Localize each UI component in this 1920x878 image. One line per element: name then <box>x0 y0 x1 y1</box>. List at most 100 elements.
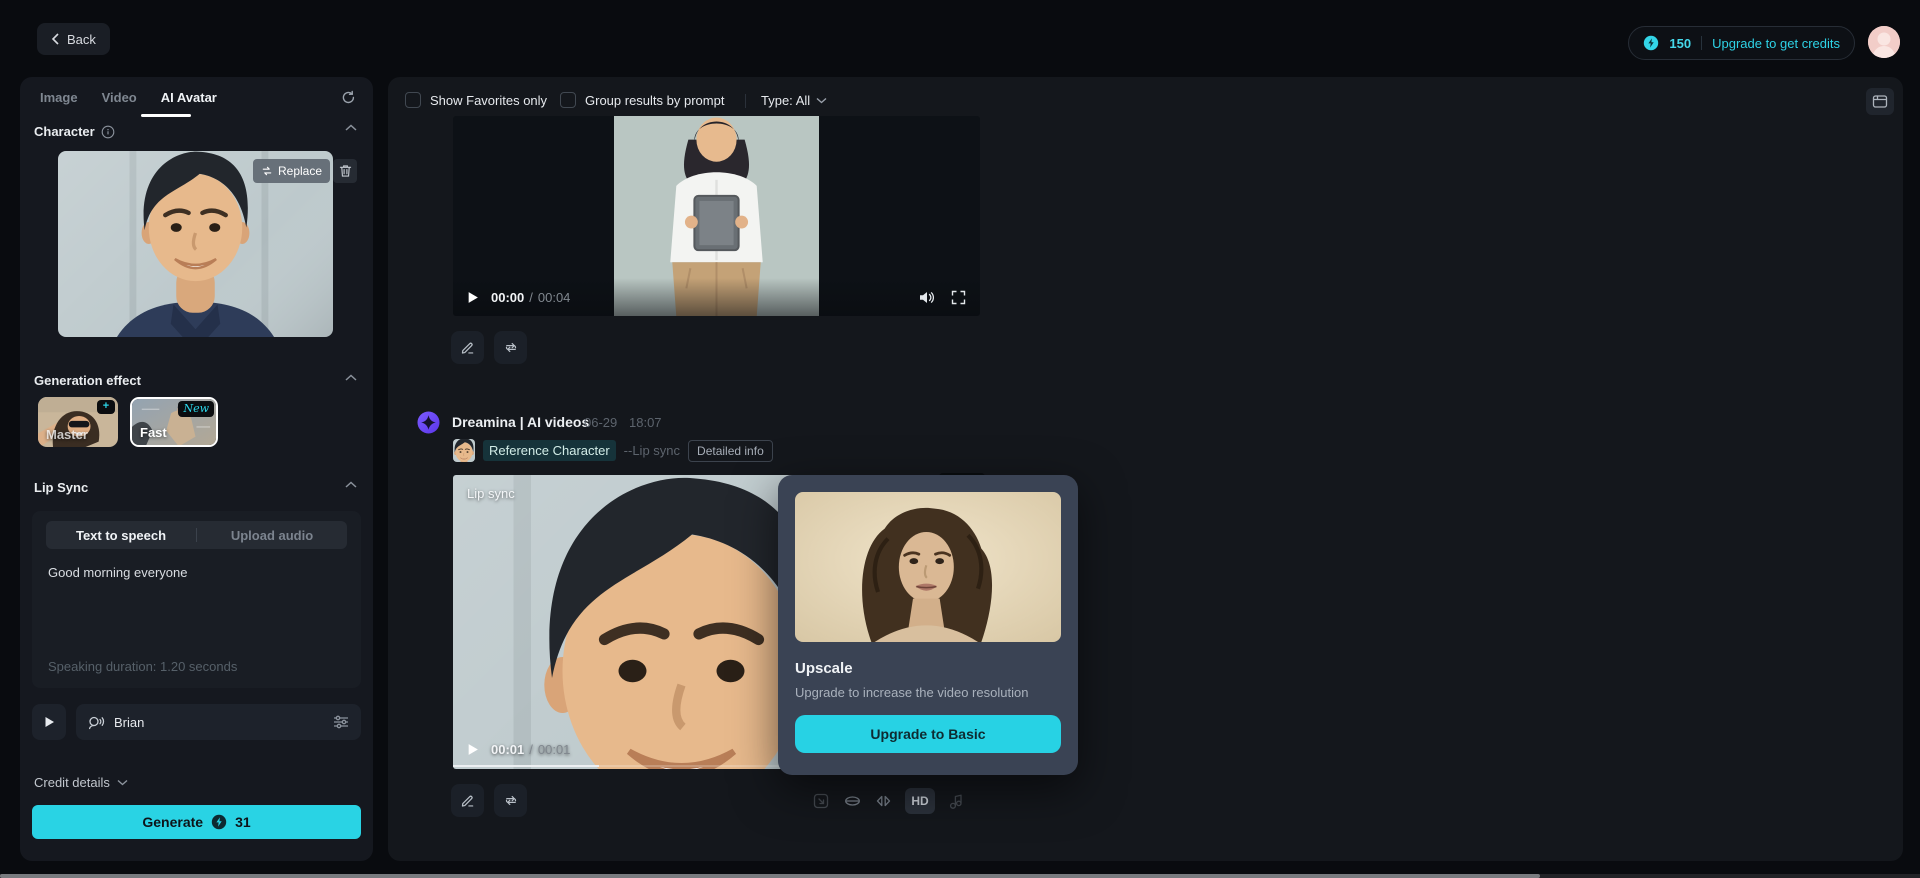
regenerate-video1-button[interactable] <box>494 331 527 364</box>
pencil-icon <box>461 342 474 354</box>
master-plus-badge: + <box>97 400 115 414</box>
record-prompt-row: Reference Character --Lip sync Detailed … <box>453 439 773 462</box>
results-panel: Show Favorites only Group results by pro… <box>388 77 1903 861</box>
voice-preview-play-button[interactable] <box>32 704 66 740</box>
layout-toggle-button[interactable] <box>1866 88 1894 115</box>
voice-selector[interactable]: Brian <box>76 704 361 740</box>
swap-icon <box>262 166 272 176</box>
video2-label: Lip sync <box>467 486 515 501</box>
video2-current-time: 00:01 <box>491 742 525 757</box>
favorites-label: Show Favorites only <box>430 93 548 108</box>
speech-text-input[interactable]: Good morning everyone <box>48 565 187 580</box>
play-icon[interactable] <box>467 743 479 756</box>
active-tab-underline <box>141 114 191 117</box>
type-label: Type: All <box>761 93 811 108</box>
credits-pill[interactable]: 150 Upgrade to get credits <box>1628 26 1855 60</box>
user-avatar[interactable] <box>1868 26 1900 58</box>
effect-option-master[interactable]: + Master <box>38 397 118 447</box>
chevron-down-icon <box>816 97 827 104</box>
speech-mode-tabs: Text to speech Upload audio <box>46 521 347 549</box>
detailed-info-button[interactable]: Detailed info <box>688 439 773 462</box>
voice-name: Brian <box>114 714 145 730</box>
export-frame-icon <box>812 792 830 810</box>
replace-button[interactable]: Replace <box>253 159 331 183</box>
generate-cost: 31 <box>235 814 251 830</box>
generation-effect-collapse-icon[interactable] <box>345 374 357 382</box>
video1-time: 00:00 / 00:04 <box>491 290 570 305</box>
back-button[interactable]: Back <box>37 23 110 55</box>
tab-upload-audio[interactable]: Upload audio <box>197 528 347 543</box>
refresh-icon[interactable] <box>340 89 357 106</box>
video2-time: 00:01 / 00:01 <box>491 742 570 757</box>
repeat-icon <box>505 342 516 353</box>
trash-icon <box>339 165 351 177</box>
record-date: 06-29 <box>584 415 618 430</box>
credit-details-toggle[interactable]: Credit details <box>34 775 128 790</box>
sidebar-tabs: Image Video AI Avatar <box>40 90 217 105</box>
video2-tools: HD <box>812 788 964 814</box>
time-separator: / <box>529 742 533 757</box>
sidebar-panel: Image Video AI Avatar Character Replace … <box>20 77 373 861</box>
video1-total-time: 00:04 <box>537 289 571 305</box>
repeat-icon <box>505 795 516 806</box>
video2-total-time: 00:01 <box>537 742 571 757</box>
volume-icon[interactable] <box>918 290 935 305</box>
fast-new-badge: New <box>178 401 214 417</box>
avatar-person-icon <box>1868 26 1900 58</box>
fast-label: Fast <box>140 425 167 440</box>
fullscreen-icon[interactable] <box>951 290 966 305</box>
replace-label: Replace <box>278 164 323 178</box>
lip-sync-header: Lip Sync <box>34 480 88 495</box>
result-video-1[interactable]: 00:00 / 00:04 <box>453 116 980 316</box>
chevron-down-icon <box>117 779 128 786</box>
group-checkbox[interactable] <box>560 92 576 108</box>
effect-option-fast-selected[interactable]: New Fast <box>130 397 218 447</box>
prompt-text: --Lip sync <box>623 443 681 458</box>
upgrade-link[interactable]: Upgrade to get credits <box>1712 36 1840 51</box>
type-dropdown[interactable]: Type: All <box>761 93 827 108</box>
dreamina-logo-icon <box>417 411 440 434</box>
time-separator: / <box>529 289 533 305</box>
master-label: Master <box>46 427 88 442</box>
speaking-duration: Speaking duration: 1.20 seconds <box>48 659 238 674</box>
reference-character-tag: Reference Character <box>483 440 616 461</box>
play-icon <box>45 717 54 727</box>
tab-video[interactable]: Video <box>102 90 137 105</box>
upscale-popup: Upscale Upgrade to increase the video re… <box>778 475 1078 775</box>
edit-video1-button[interactable] <box>451 331 484 364</box>
character-collapse-icon[interactable] <box>345 124 357 132</box>
upgrade-to-basic-button[interactable]: Upgrade to Basic <box>795 715 1061 753</box>
lip-sync-icon[interactable] <box>843 793 862 809</box>
regenerate-video2-button[interactable] <box>494 784 527 817</box>
generate-button[interactable]: Generate 31 <box>32 805 361 839</box>
pencil-icon <box>461 795 474 807</box>
back-label: Back <box>67 31 96 47</box>
upscale-description: Upgrade to increase the video resolution <box>795 685 1029 700</box>
upscale-title: Upscale <box>795 660 853 677</box>
generation-effect-title: Generation effect <box>34 373 141 388</box>
lip-sync-box: Text to speech Upload audio Good morning… <box>32 511 361 688</box>
edit-video2-button[interactable] <box>451 784 484 817</box>
character-section-header: Character <box>34 124 115 139</box>
collection-icon <box>1872 95 1888 108</box>
chevron-left-icon <box>51 33 59 45</box>
tab-image[interactable]: Image <box>40 90 78 105</box>
record-time: 18:07 <box>629 415 662 430</box>
music-note-icon <box>948 793 964 810</box>
lip-sync-collapse-icon[interactable] <box>345 481 357 489</box>
play-icon[interactable] <box>467 291 479 304</box>
video1-current-time: 00:00 <box>491 289 525 305</box>
favorites-checkbox[interactable] <box>405 92 421 108</box>
tab-ai-avatar[interactable]: AI Avatar <box>161 90 217 105</box>
info-icon[interactable] <box>101 125 115 139</box>
credit-coin-icon <box>1644 35 1659 51</box>
voice-settings-icon[interactable] <box>333 715 349 729</box>
pill-divider <box>1701 36 1703 50</box>
horizontal-scrollbar-thumb[interactable] <box>0 874 1540 878</box>
delete-character-button[interactable] <box>333 159 357 183</box>
generate-label: Generate <box>142 814 204 830</box>
flip-compare-icon[interactable] <box>875 793 892 809</box>
record-app-name: Dreamina | AI videos <box>452 414 590 430</box>
hd-upscale-button[interactable]: HD <box>905 788 935 814</box>
tab-text-to-speech[interactable]: Text to speech <box>46 528 196 543</box>
